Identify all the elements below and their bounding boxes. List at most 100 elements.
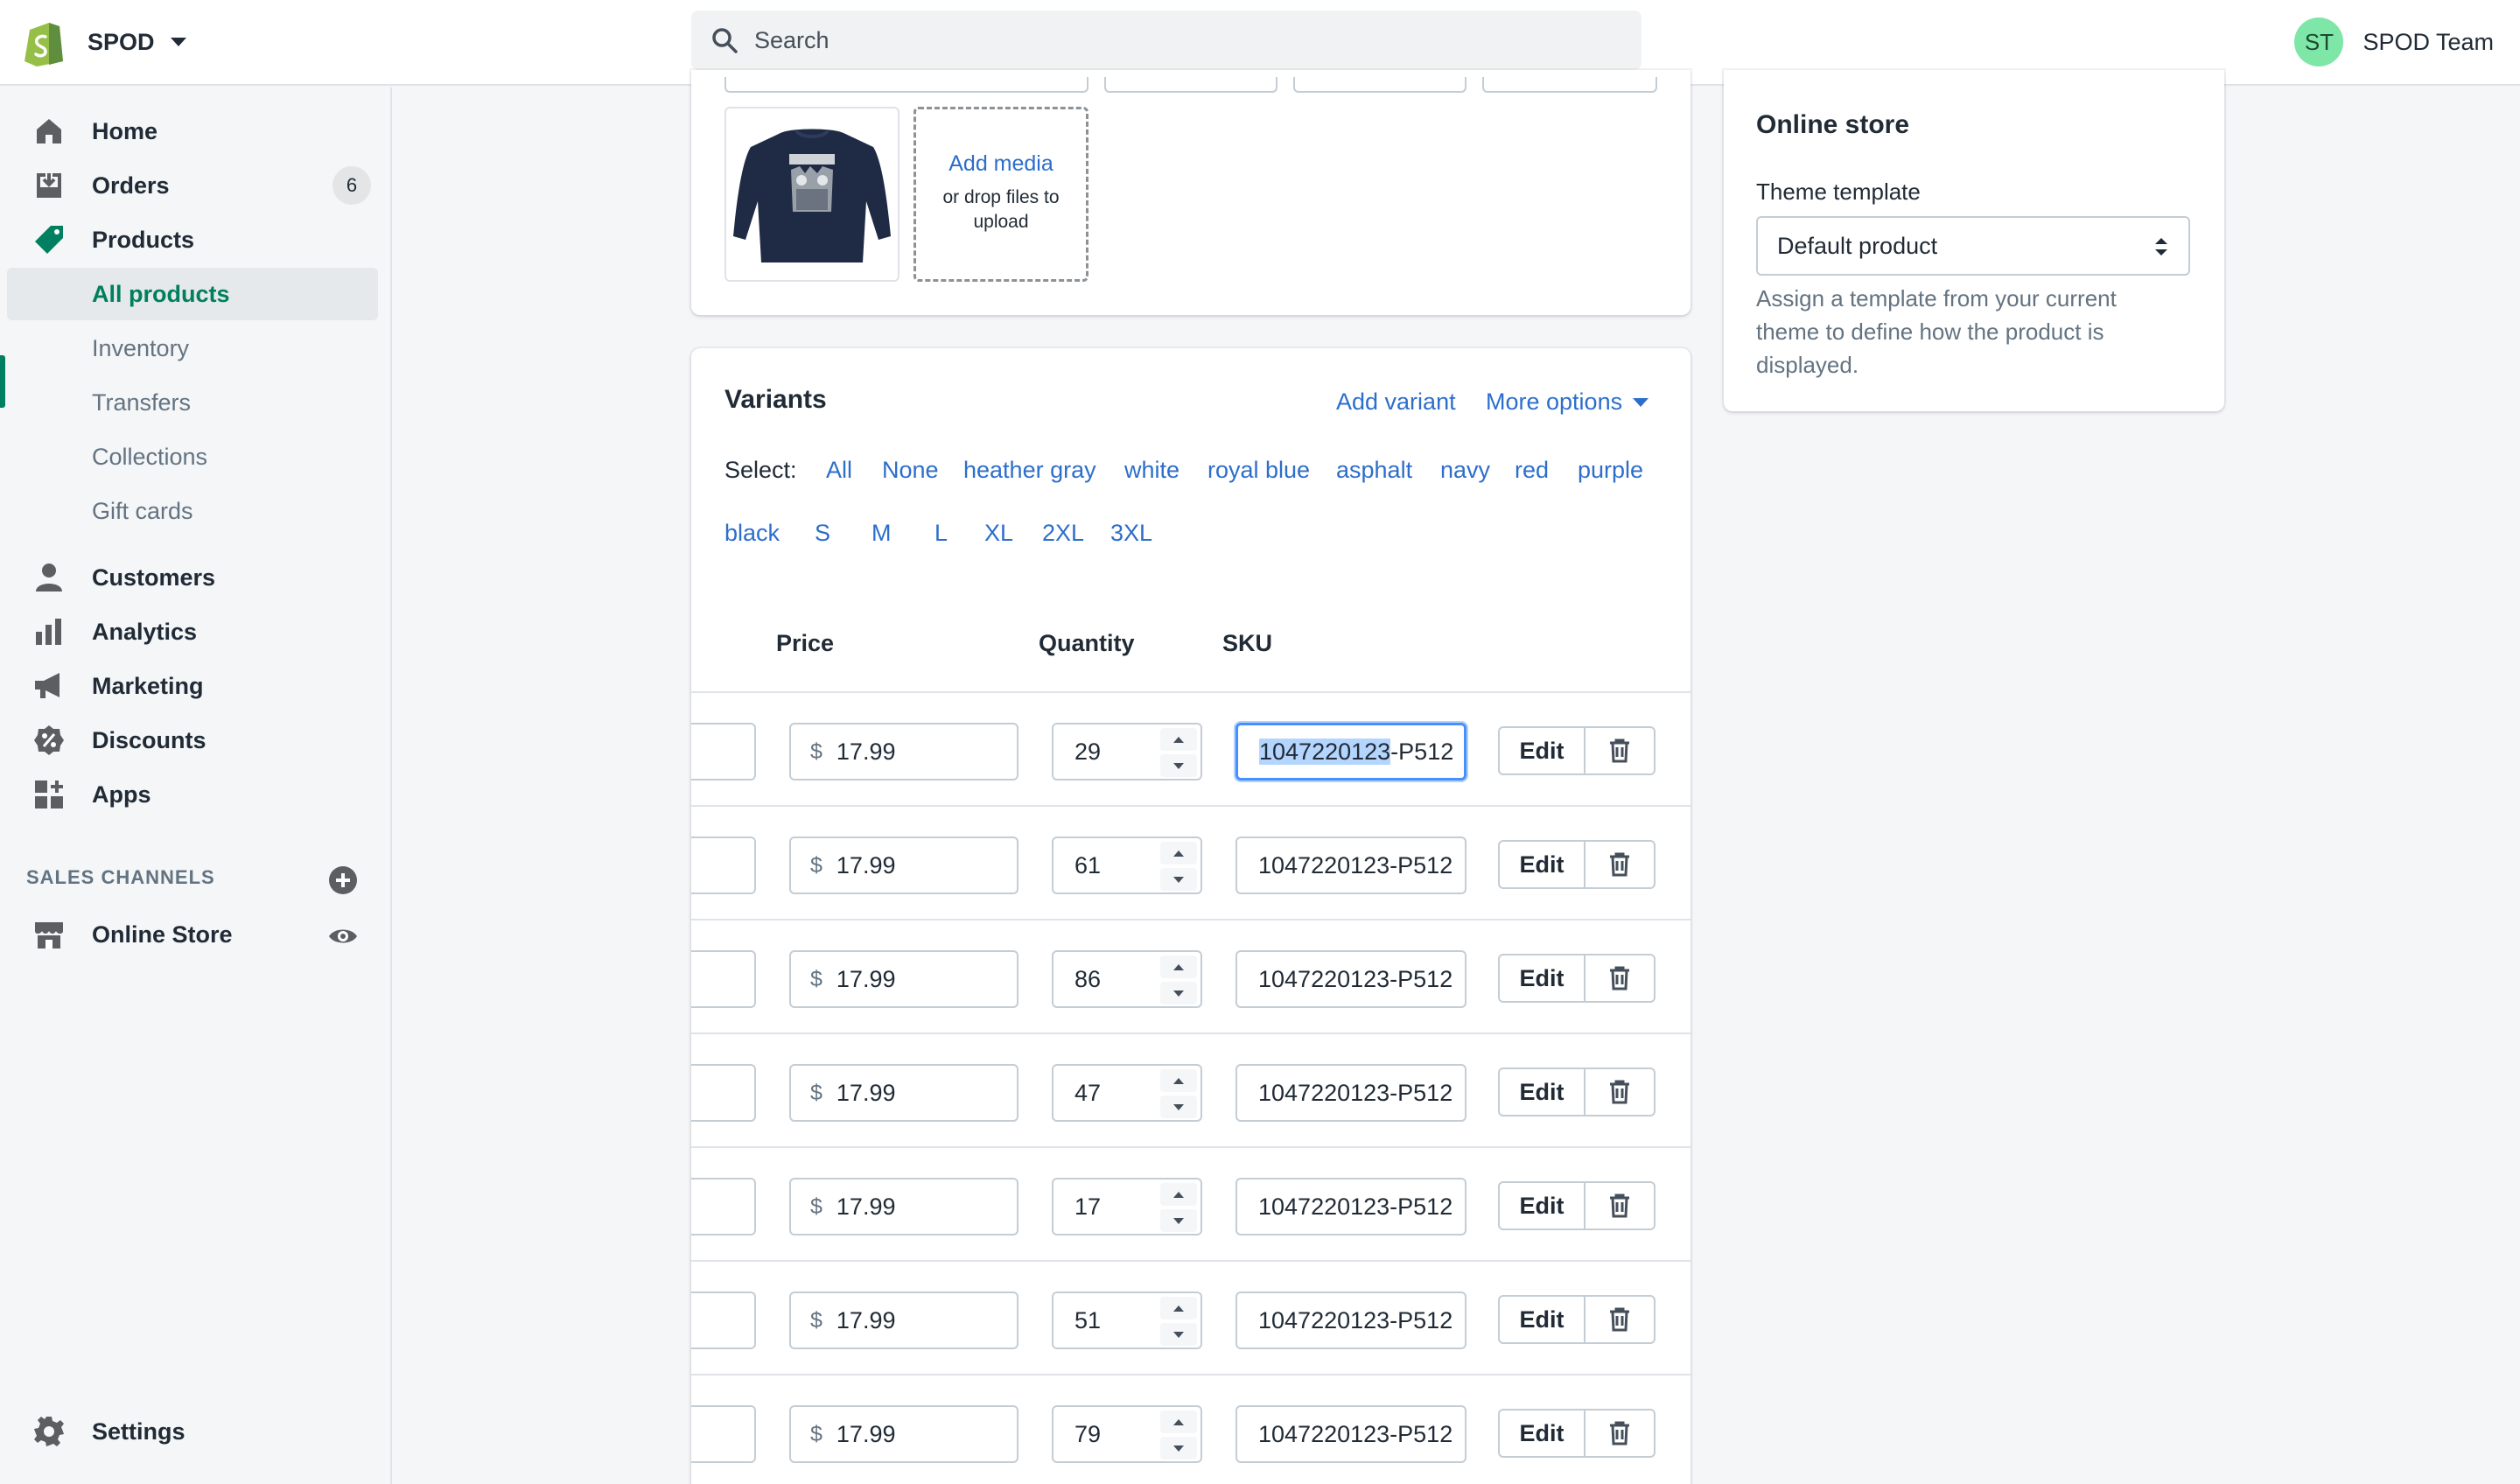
search-input[interactable]	[754, 26, 1594, 54]
sku-input[interactable]: 1047220123-P512	[1236, 950, 1466, 1008]
select-option-xl[interactable]: XL	[984, 520, 1013, 547]
delete-button[interactable]	[1586, 956, 1654, 1001]
theme-template-select[interactable]: Default product	[1756, 216, 2190, 276]
select-option-2xl[interactable]: 2XL	[1042, 520, 1084, 547]
user-name[interactable]: SPOD Team	[2362, 29, 2494, 56]
select-option-m[interactable]: M	[872, 520, 892, 547]
select-option-3xl[interactable]: 3XL	[1110, 520, 1152, 547]
decrement-button[interactable]	[1160, 1096, 1197, 1118]
decrement-button[interactable]	[1160, 982, 1197, 1004]
decrement-button[interactable]	[1160, 1437, 1197, 1460]
media-thumb-partial[interactable]	[724, 77, 1088, 93]
delete-button[interactable]	[1586, 1183, 1654, 1228]
sku-input[interactable]: 1047220123-P512	[1236, 1292, 1466, 1349]
decrement-button[interactable]	[1160, 868, 1197, 891]
select-option-black[interactable]: black	[724, 520, 780, 547]
price-input[interactable]: $ 17.99	[789, 1064, 1018, 1122]
price-input[interactable]: $ 17.99	[789, 836, 1018, 894]
delete-button[interactable]	[1586, 842, 1654, 887]
quantity-stepper[interactable]: 47	[1052, 1064, 1202, 1122]
increment-button[interactable]	[1160, 728, 1197, 751]
column-header-price[interactable]: Price	[776, 630, 834, 657]
variant-field-partial[interactable]	[691, 723, 756, 780]
sku-input[interactable]: 1047220123-P512	[1236, 1064, 1466, 1122]
variant-field-partial[interactable]	[691, 1292, 756, 1349]
column-header-quantity[interactable]: Quantity	[1039, 630, 1135, 657]
column-header-sku[interactable]: SKU	[1222, 630, 1272, 657]
increment-button[interactable]	[1160, 1297, 1197, 1320]
add-variant-link[interactable]: Add variant	[1336, 388, 1456, 416]
quantity-stepper[interactable]: 51	[1052, 1292, 1202, 1349]
select-option-heather-gray[interactable]: heather gray	[963, 457, 1096, 484]
sku-input[interactable]: 1047220123-P512	[1236, 1178, 1466, 1236]
sidebar-item-products[interactable]: Products	[0, 214, 385, 266]
sidebar-subitem-transfers[interactable]: Transfers	[7, 376, 378, 429]
decrement-button[interactable]	[1160, 1209, 1197, 1232]
edit-button[interactable]: Edit	[1500, 842, 1586, 887]
increment-button[interactable]	[1160, 1410, 1197, 1433]
decrement-button[interactable]	[1160, 1323, 1197, 1346]
edit-button[interactable]: Edit	[1500, 956, 1586, 1001]
decrement-button[interactable]	[1160, 754, 1197, 777]
sidebar-item-settings[interactable]: Settings	[0, 1405, 385, 1458]
select-option-l[interactable]: L	[934, 520, 948, 547]
variant-field-partial[interactable]	[691, 836, 756, 894]
eye-icon[interactable]	[327, 920, 359, 952]
sidebar-subitem-collections[interactable]: Collections	[7, 430, 378, 483]
user-menu[interactable]: ST SPOD Team	[2294, 16, 2494, 68]
quantity-stepper[interactable]: 86	[1052, 950, 1202, 1008]
quantity-stepper[interactable]: 79	[1052, 1405, 1202, 1463]
price-input[interactable]: $ 17.99	[789, 1405, 1018, 1463]
delete-button[interactable]	[1586, 1297, 1654, 1342]
avatar[interactable]: ST	[2294, 18, 2344, 66]
edit-button[interactable]: Edit	[1500, 728, 1586, 774]
store-switcher[interactable]: SPOD	[23, 16, 186, 68]
sidebar-item-customers[interactable]: Customers	[0, 551, 385, 604]
select-option-asphalt[interactable]: asphalt	[1336, 457, 1412, 484]
increment-button[interactable]	[1160, 842, 1197, 864]
price-input[interactable]: $ 17.99	[789, 950, 1018, 1008]
quantity-stepper[interactable]: 61	[1052, 836, 1202, 894]
delete-button[interactable]	[1586, 1410, 1654, 1456]
product-image-thumbnail[interactable]	[724, 107, 900, 282]
edit-button[interactable]: Edit	[1500, 1183, 1586, 1228]
sidebar-subitem-gift-cards[interactable]: Gift cards	[7, 485, 378, 537]
quantity-stepper[interactable]: 29	[1052, 723, 1202, 780]
sidebar-subitem-inventory[interactable]: Inventory	[7, 322, 378, 374]
select-option-navy[interactable]: navy	[1440, 457, 1490, 484]
delete-button[interactable]	[1586, 1069, 1654, 1115]
sidebar-item-home[interactable]: Home	[0, 105, 385, 158]
increment-button[interactable]	[1160, 1183, 1197, 1206]
media-thumb-partial[interactable]	[1293, 77, 1466, 93]
media-thumb-partial[interactable]	[1482, 77, 1657, 93]
sidebar-item-discounts[interactable]: Discounts	[0, 714, 385, 766]
media-thumb-partial[interactable]	[1104, 77, 1278, 93]
select-option-red[interactable]: red	[1515, 457, 1549, 484]
select-option-s[interactable]: S	[815, 520, 830, 547]
price-input[interactable]: $ 17.99	[789, 1292, 1018, 1349]
edit-button[interactable]: Edit	[1500, 1069, 1586, 1115]
variant-field-partial[interactable]	[691, 950, 756, 1008]
sidebar-item-analytics[interactable]: Analytics	[0, 606, 385, 658]
select-option-none[interactable]: None	[882, 457, 939, 484]
variant-field-partial[interactable]	[691, 1064, 756, 1122]
variant-field-partial[interactable]	[691, 1178, 756, 1236]
sku-input[interactable]: 1047220123-P512	[1236, 1405, 1466, 1463]
more-options-button[interactable]: More options	[1486, 388, 1649, 416]
variant-field-partial[interactable]	[691, 1405, 756, 1463]
edit-button[interactable]: Edit	[1500, 1297, 1586, 1342]
select-option-white[interactable]: white	[1124, 457, 1180, 484]
add-channel-icon[interactable]	[327, 864, 359, 896]
sidebar-item-marketing[interactable]: Marketing	[0, 660, 385, 712]
delete-button[interactable]	[1586, 728, 1654, 774]
select-option-royal-blue[interactable]: royal blue	[1208, 457, 1310, 484]
store-name[interactable]: SPOD	[88, 29, 155, 56]
sidebar-item-orders[interactable]: Orders 6	[0, 159, 385, 212]
search-bar[interactable]	[691, 10, 1642, 70]
select-option-purple[interactable]: purple	[1578, 457, 1643, 484]
sku-input[interactable]: 1047220123-P512	[1236, 723, 1466, 780]
increment-button[interactable]	[1160, 1069, 1197, 1092]
sku-input[interactable]: 1047220123-P512	[1236, 836, 1466, 894]
increment-button[interactable]	[1160, 956, 1197, 978]
price-input[interactable]: $ 17.99	[789, 1178, 1018, 1236]
